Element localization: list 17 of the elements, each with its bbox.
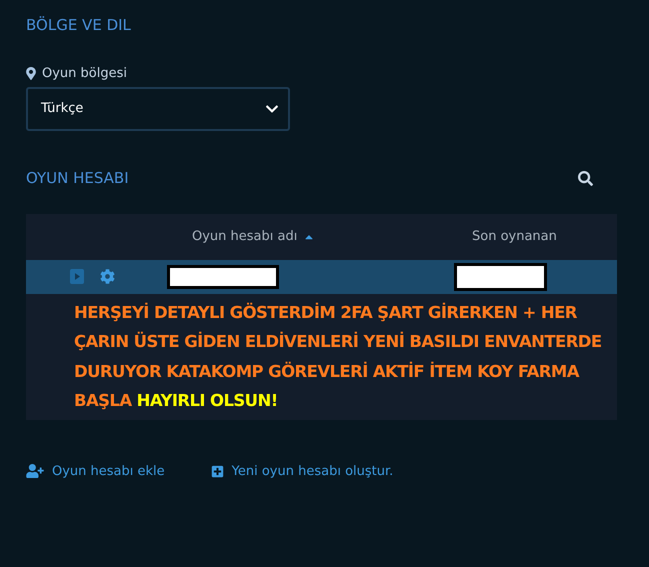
column-header[interactable]: Oyun hesabı adı xyxy=(192,226,442,246)
column-header[interactable]: Son oynanan xyxy=(472,226,557,246)
settings-icon xyxy=(100,269,115,284)
user-plus-icon xyxy=(26,464,44,478)
annotation-text: HERŞEYİ DETAYLI GÖSTERDİM 2FA ŞART GİRERKEN + HER ÇARIN ÜSTE GİDEN ELDİVENLERİ YENİ BASILDI ENVANTERDE DURUYOR KATAKOMP GÖREVLERİ AKTİF İTEM KOY FARMA BAŞLA HAYIRLI OLSUN! xyxy=(73,302,603,412)
settings-button[interactable] xyxy=(100,269,115,284)
account-row[interactable] xyxy=(26,260,617,294)
search-button[interactable] xyxy=(578,170,593,186)
play-icon xyxy=(74,273,80,280)
field-label: Oyun bölgesi xyxy=(42,64,127,82)
section-title: OYUN HESABI xyxy=(26,168,129,189)
section-title: BÖLGE VE DIL xyxy=(26,15,132,36)
region-select[interactable]: Türkçe xyxy=(26,87,290,131)
location-pin-icon xyxy=(26,66,36,80)
add-account-link[interactable]: Oyun hesabı ekle xyxy=(26,462,165,481)
create-account-link[interactable]: Yeni oyun hesabı oluştur. xyxy=(210,462,394,481)
search-icon xyxy=(578,170,593,186)
